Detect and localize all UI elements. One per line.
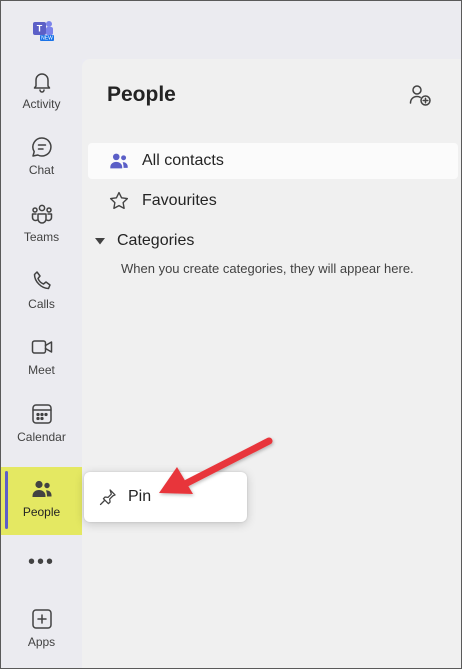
- app-bar: Activity Chat Teams Calls Meet Calendar …: [1, 59, 82, 668]
- teams-logo-icon: T NEW: [33, 21, 54, 42]
- rail-label: Meet: [28, 363, 55, 377]
- rail-label: Calendar: [17, 430, 66, 444]
- nav-item-label: All contacts: [142, 152, 224, 169]
- rail-item-apps[interactable]: Apps: [1, 597, 82, 663]
- title-bar: T NEW: [1, 1, 461, 59]
- annotation-arrow: [159, 437, 273, 494]
- rail-label: Activity: [22, 97, 61, 111]
- categories-empty-note: When you create categories, they will ap…: [121, 261, 414, 276]
- star-icon: [109, 191, 129, 210]
- page-title: People: [107, 83, 176, 106]
- rail-label: Chat: [28, 163, 55, 177]
- pin-label: Pin: [128, 488, 152, 505]
- rail-label: People: [22, 505, 61, 519]
- pin-icon: [99, 489, 116, 506]
- rail-item-meet[interactable]: Meet: [1, 325, 82, 391]
- categories-toggle[interactable]: Categories: [94, 229, 194, 253]
- caret-down-icon: [95, 238, 105, 245]
- categories-heading: Categories: [117, 232, 195, 249]
- video-icon: [31, 340, 52, 354]
- teams-icon: [31, 204, 52, 224]
- bell-icon: [33, 73, 50, 93]
- rail-item-teams[interactable]: Teams: [1, 192, 82, 258]
- rail-item-chat[interactable]: Chat: [1, 125, 82, 191]
- rail-label: Calls: [28, 297, 55, 311]
- add-app-icon: [31, 609, 52, 629]
- rail-item-calendar[interactable]: Calendar: [1, 392, 82, 458]
- calendar-icon: [31, 404, 52, 424]
- new-badge: NEW: [41, 36, 53, 42]
- people-pane: People All contacts Favourites Categorie…: [82, 59, 461, 668]
- rail-item-activity[interactable]: Activity: [1, 59, 82, 125]
- more-icon: •••: [27, 550, 55, 573]
- chat-icon: [31, 137, 52, 157]
- nav-item-all-contacts[interactable]: All contacts: [88, 143, 458, 179]
- nav-item-favourites[interactable]: Favourites: [88, 183, 458, 219]
- nav-item-label: Favourites: [142, 192, 217, 209]
- active-indicator: [5, 471, 8, 529]
- teams-window: T NEW Activity Chat Teams Calls Meet Cal…: [0, 0, 462, 669]
- contacts-icon: [110, 153, 128, 169]
- svg-text:T: T: [37, 24, 43, 34]
- rail-item-people[interactable]: People: [1, 467, 82, 535]
- more-apps-button[interactable]: •••: [1, 547, 82, 577]
- rail-label: Teams: [23, 230, 60, 244]
- add-contact-icon[interactable]: [408, 83, 432, 107]
- people-icon: [32, 480, 51, 497]
- rail-item-calls[interactable]: Calls: [1, 259, 82, 325]
- rail-label: Apps: [27, 635, 56, 649]
- phone-icon: [33, 271, 51, 290]
